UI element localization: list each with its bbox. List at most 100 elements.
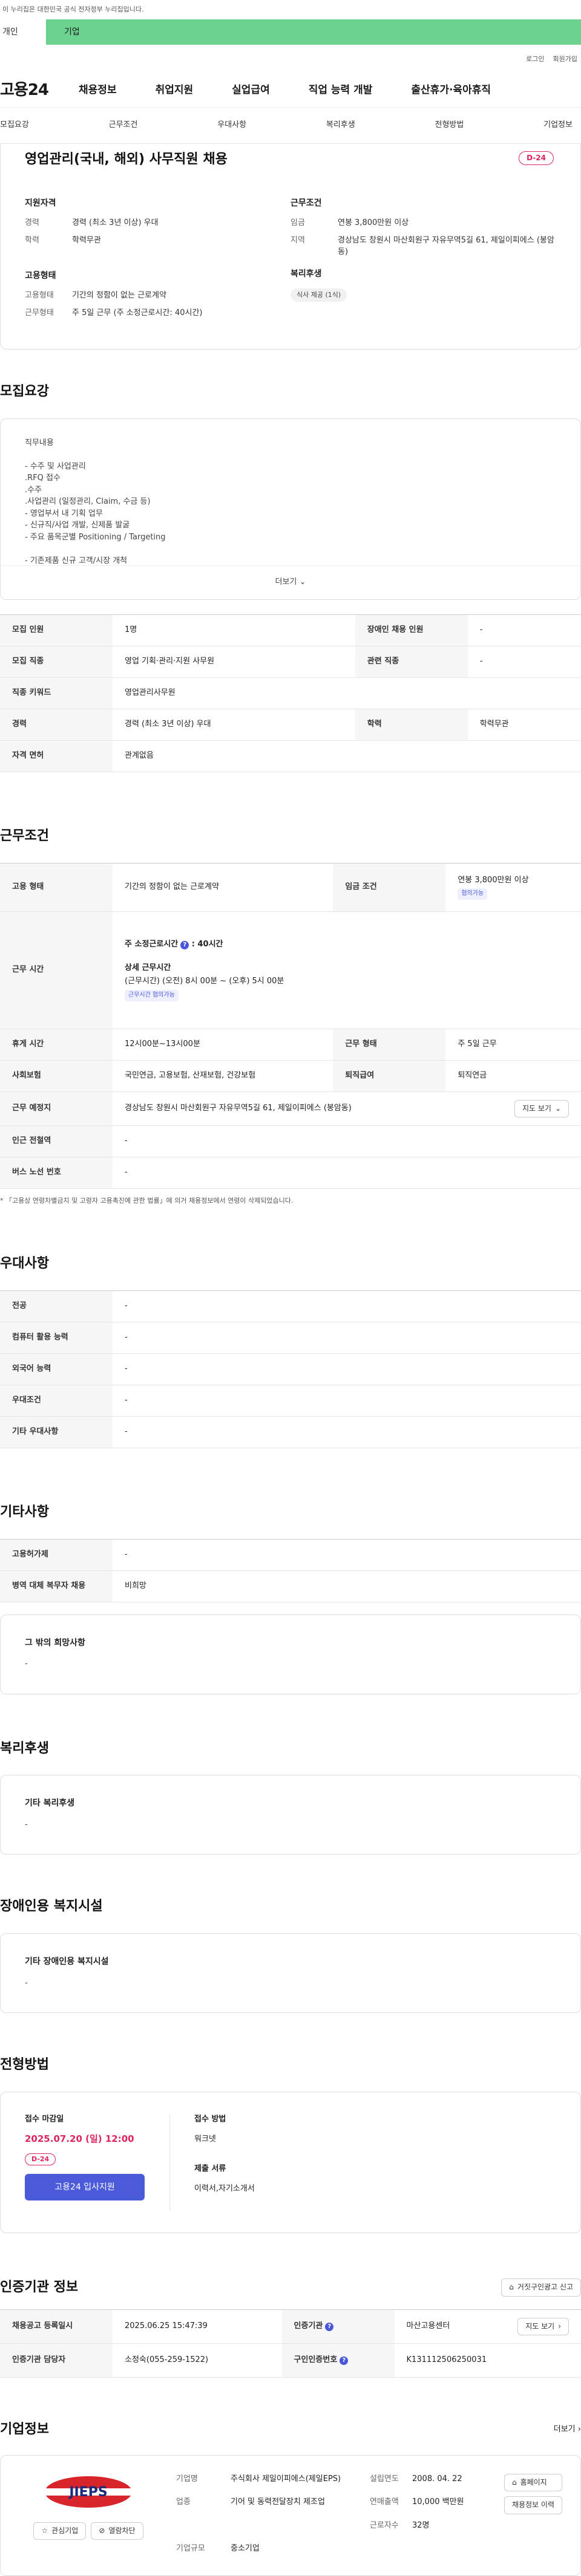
etc-box: 그 밖의 희망사항 -	[0, 1614, 581, 1694]
cell-key: 학력	[355, 709, 468, 741]
company-industry: 기어 및 동력전달장치 제조업	[231, 2497, 325, 2507]
cell-key: 인근 전철역	[0, 1125, 113, 1157]
cell-key: 근무 시간	[0, 911, 113, 1029]
gnb-support[interactable]: 취업지원	[156, 83, 194, 98]
cell-value: -	[113, 1157, 581, 1189]
anchor-pref[interactable]: 우대사항	[217, 120, 246, 131]
cell-key: 경력	[0, 709, 113, 741]
wage-tag: 협의가능	[458, 888, 488, 900]
benefit-box-title: 기타 복리후생	[25, 1798, 75, 1809]
report-button[interactable]: ⌂ 거짓구인광고 신고	[501, 2278, 581, 2297]
info-key: 업종	[176, 2497, 191, 2507]
qual-key: 학력	[25, 236, 39, 246]
cell-key: 인증기관 담당자	[0, 2343, 113, 2378]
company-more-link[interactable]: 더보기 ›	[554, 2424, 581, 2436]
dday-badge: D-24	[25, 2153, 56, 2165]
cell-value: 국민연금, 고용보험, 산재보험, 건강보험	[113, 1060, 333, 1092]
anchor-recruit[interactable]: 모집요강	[0, 120, 29, 131]
fav-button[interactable]: ☆ 관심기업	[33, 2522, 87, 2540]
place-cell: 경상남도 창원시 마산회원구 자유무역5길 61, 제일이피에스 (봉암동) 지도…	[113, 1091, 581, 1126]
site-logo[interactable]: 고용24	[0, 79, 49, 102]
report-label: 거짓구인광고 신고	[517, 2283, 573, 2292]
section-recruit-title: 모집요강	[0, 384, 49, 399]
cell-value: 영업관리사무원	[113, 677, 581, 709]
etc-box-title: 그 밖의 희망사항	[25, 1638, 85, 1648]
company-logo-block: JIEPS ☆ 관심기업 ⊘ 열람차단	[19, 2474, 158, 2557]
cell-value: -	[113, 1539, 581, 1571]
qual-block: 지원자격 경력 경력 (최소 3년 이상) 우대 학력 학력무관 고용형태 고용형태…	[25, 197, 290, 325]
cell-key: 고용 형태	[0, 863, 113, 912]
cell-key: 채용공고 등록일시	[0, 2309, 113, 2344]
cond-block: 근무조건 임금 연봉 3,800만원 이상 지역 경상남도 창원시 마산회원구 자유…	[290, 197, 556, 325]
table-row: 직종 키워드 영업관리사무원	[0, 677, 581, 709]
gnb-training[interactable]: 직업 능력 개발	[309, 83, 373, 98]
cond-key: 임금	[290, 218, 305, 228]
method-title: 접수 방법	[194, 2115, 226, 2124]
cell-key: 자격 면허	[0, 740, 113, 772]
emp-row: 근무형태 주 5일 근무 (주 소정근로시간: 40시간)	[25, 308, 290, 319]
cell-key: 인증기관?	[281, 2309, 395, 2344]
homepage-button[interactable]: ⌂ 홈페이지	[504, 2473, 562, 2492]
more-button[interactable]: 더보기 ⌄	[1, 565, 580, 599]
section-etc-title: 기타사항	[0, 1504, 49, 1520]
cert-header: 인증기관 정보 ⌂ 거짓구인광고 신고	[0, 2278, 581, 2297]
jobs-history-button[interactable]: 채용정보 이력	[504, 2496, 562, 2514]
cell-value: 비희망	[113, 1570, 581, 1602]
map-label: 지도 보기	[525, 2321, 555, 2330]
job-title: 영업관리(국내, 해외) 사무직원 채용	[25, 152, 228, 167]
disabled-box-title: 기타 장애인용 복지시설	[25, 1957, 109, 1967]
map-button[interactable]: 지도 보기 ›	[517, 2317, 569, 2336]
age-note: * 「고용상 연령차별금지 및 고령자 고용촉진에 관한 법률」에 의거 채용정…	[0, 1196, 294, 1205]
emp-title: 고용형태	[25, 270, 56, 281]
utility-nav: 로그인 회원가입	[0, 45, 581, 74]
info-key: 기업명	[176, 2474, 198, 2483]
map-button[interactable]: 지도 보기 ⌄	[514, 1099, 569, 1117]
table-row: 모집 직종 영업 기획·관리·지원 사무원 관련 직종 -	[0, 646, 581, 678]
cell-key: 컴퓨터 활용 능력	[0, 1322, 113, 1354]
cell-key: 퇴직급여	[333, 1060, 446, 1092]
info-icon[interactable]: ?	[180, 941, 189, 950]
cell-key: 병역 대체 복무자 채용	[0, 1570, 113, 1602]
cell-key: 근무 형태	[333, 1029, 446, 1061]
deadline-block: 접수 마감일 2025.07.20 (일) 12:00 D-24 고용24 입사…	[25, 2114, 170, 2211]
anchor-company[interactable]: 기업정보	[543, 120, 573, 131]
info-icon[interactable]: ?	[340, 2356, 349, 2366]
apply-button[interactable]: 고용24 입사지원	[25, 2173, 145, 2200]
global-nav: 고용24 채용정보 취업지원 실업급여 직업 능력 개발 출산휴가·육아휴직	[0, 74, 581, 108]
table-row: 모집 인원 1명 장애인 채용 인원 -	[0, 614, 581, 646]
detail-title: 상세 근무시간	[125, 963, 171, 972]
pref-table: 전공 - 컴퓨터 활용 능력 - 외국어 능력 - 우대조건 - 기타 우대사항 -	[0, 1290, 581, 1448]
table-row: 기타 우대사항 -	[0, 1416, 581, 1448]
wage-cell: 연봉 3,800만원 이상 협의가능	[445, 863, 581, 912]
weekly-value: : 40시간	[191, 939, 223, 949]
etc-box-value: -	[25, 1659, 28, 1668]
table-row: 근무 시간 주 소정근로시간? : 40시간 상세 근무시간 (근무시간) (오…	[0, 911, 581, 1029]
block-button[interactable]: ⊘ 열람차단	[91, 2522, 143, 2540]
anchor-benefit[interactable]: 복리후생	[326, 120, 355, 131]
method-value: 워크넷	[194, 2135, 216, 2144]
cell-value: -	[467, 614, 581, 646]
weekly-hours: 주 소정근로시간? : 40시간	[125, 939, 569, 951]
deadline-value: 2025.07.20 (일) 12:00	[25, 2133, 134, 2145]
join-link[interactable]: 회원가입	[553, 54, 577, 64]
login-link[interactable]: 로그인	[526, 54, 544, 64]
cell-key: 장애인 채용 인원	[355, 614, 468, 646]
company-sales: 10,000 백만원	[412, 2497, 464, 2507]
company-size: 중소기업	[231, 2544, 260, 2554]
cell-value: 주 5일 근무	[445, 1029, 581, 1061]
section-cert-title: 인증기관 정보	[0, 2280, 79, 2295]
anchor-selection[interactable]: 전형방법	[435, 120, 464, 131]
cell-value: -	[467, 646, 581, 678]
tab-personal[interactable]: 개인	[0, 19, 46, 45]
cell-value: 퇴직연금	[445, 1060, 581, 1092]
cond-title: 근무조건	[290, 198, 322, 208]
cert-no-label: 구인인증번호	[294, 2355, 338, 2365]
cell-key: 버스 노선 번호	[0, 1157, 113, 1189]
info-icon[interactable]: ?	[325, 2323, 334, 2332]
anchor-work[interactable]: 근무조건	[109, 120, 138, 131]
tab-corp[interactable]: 기업	[46, 19, 581, 45]
cell-key: 고용허가제	[0, 1539, 113, 1571]
gnb-unemployment[interactable]: 실업급여	[232, 83, 270, 98]
gnb-jobs[interactable]: 채용정보	[79, 83, 117, 98]
gnb-leave[interactable]: 출산휴가·육아휴직	[411, 83, 491, 98]
